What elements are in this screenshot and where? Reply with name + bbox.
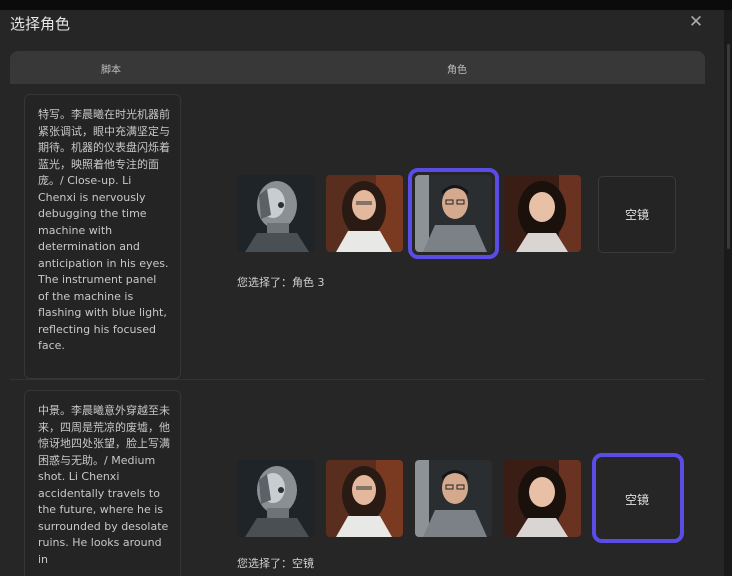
woman-portrait-icon [326,460,403,537]
girl-portrait-icon [504,175,581,252]
header-role: 角色 [447,65,467,76]
girl-portrait-icon [504,460,581,537]
selection-text: 您选择了：角色 3 [237,276,325,289]
table-header: 脚本 角色 [10,51,705,84]
role-option-robot[interactable] [237,175,314,252]
table-row: 特写。李晨曦在时光机器前紧张调试，眼中充满坚定与期待。机器的仪表盘闪烁着蓝光，映… [10,84,705,380]
empty-shot-button[interactable]: 空镜 [598,461,676,538]
robot-portrait-icon [237,460,314,537]
select-role-dialog: 选择角色 ✕ 脚本 角色 特写。李晨曦在时光机器前紧张调试，眼中充满坚定与期待。… [0,10,724,576]
role-option-man[interactable] [415,460,492,537]
scrollbar-thumb[interactable] [727,44,730,249]
empty-shot-button[interactable]: 空镜 [598,176,676,253]
close-icon[interactable]: ✕ [686,12,706,32]
selection-text: 您选择了：空镜 [237,557,314,570]
selected-highlight [408,168,499,259]
role-option-robot[interactable] [237,460,314,537]
woman-portrait-icon [326,175,403,252]
man-portrait-icon [415,460,492,537]
header-script: 脚本 [101,65,121,76]
robot-portrait-icon [237,175,314,252]
script-text: 中景。李晨曦意外穿越至未来，四周是荒凉的废墟，他惊讶地四处张望，脸上写满困惑与无… [24,390,181,576]
table-row: 中景。李晨曦意外穿越至未来，四周是荒凉的废墟，他惊讶地四处张望，脸上写满困惑与无… [10,380,705,576]
role-option-woman[interactable] [326,175,403,252]
role-option-girl[interactable] [504,175,581,252]
role-option-girl[interactable] [504,460,581,537]
script-text: 特写。李晨曦在时光机器前紧张调试，眼中充满坚定与期待。机器的仪表盘闪烁着蓝光，映… [24,94,181,379]
role-option-woman[interactable] [326,460,403,537]
dialog-title: 选择角色 [10,15,71,33]
